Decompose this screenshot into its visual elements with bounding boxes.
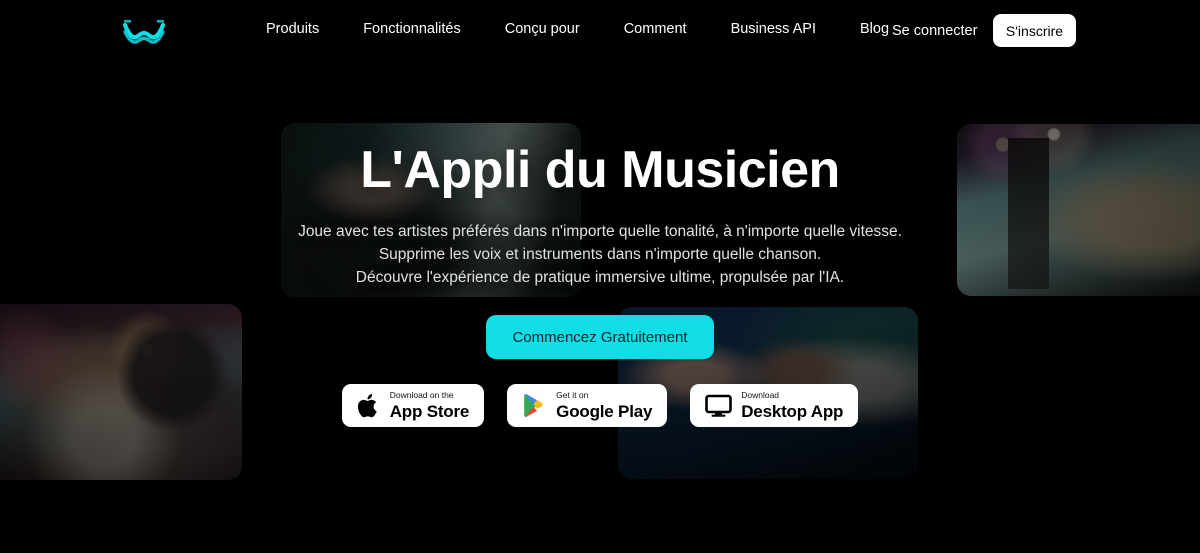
- apple-icon: [357, 393, 377, 417]
- badge-desktop-app-big: Desktop App: [741, 401, 844, 421]
- badge-google-play[interactable]: Get it on Google Play: [507, 384, 668, 427]
- badge-app-store-big: App Store: [389, 401, 470, 421]
- nav-business-api[interactable]: Business API: [709, 21, 838, 37]
- hero-section: L'Appli du Musicien Joue avec tes artist…: [0, 0, 1200, 553]
- hero-subtitle-line-1: Joue avec tes artistes préférés dans n'i…: [298, 223, 902, 240]
- page-title: L'Appli du Musicien: [360, 141, 840, 199]
- badge-app-store[interactable]: Download on the App Store: [341, 384, 485, 427]
- signup-button[interactable]: S'inscrire: [993, 14, 1076, 47]
- nav-comment[interactable]: Comment: [602, 21, 709, 37]
- google-play-icon: [524, 394, 543, 417]
- hero-subtitle-line-3: Découvre l'expérience de pratique immers…: [355, 269, 845, 286]
- monitor-icon: [705, 394, 733, 417]
- nav-fonctionnalites[interactable]: Fonctionnalités: [341, 21, 483, 37]
- hero-subtitle-line-2: Supprime les voix et instruments dans n'…: [378, 246, 822, 263]
- badge-google-play-big: Google Play: [556, 401, 653, 421]
- site-header: Produits Fonctionnalités Conçu pour Comm…: [0, 0, 1200, 62]
- nav-concu-pour[interactable]: Conçu pour: [483, 21, 602, 37]
- badge-google-play-small: Get it on: [556, 390, 589, 401]
- badge-app-store-small: Download on the: [389, 390, 454, 401]
- store-badges: Download on the App Store Get it on Goog…: [341, 384, 859, 427]
- main-navigation: Produits Fonctionnalités Conçu pour Comm…: [266, 21, 911, 37]
- badge-desktop-app-small: Download: [741, 390, 780, 401]
- nav-produits[interactable]: Produits: [266, 21, 341, 37]
- landing-page: Produits Fonctionnalités Conçu pour Comm…: [0, 0, 1200, 553]
- get-started-button[interactable]: Commencez Gratuitement: [486, 315, 714, 359]
- badge-desktop-app[interactable]: Download Desktop App: [690, 384, 859, 427]
- hero-subtitle: Joue avec tes artistes préférés dans n'i…: [298, 220, 902, 289]
- login-link[interactable]: Se connecter: [892, 23, 977, 39]
- wave-logo-icon[interactable]: [122, 16, 166, 46]
